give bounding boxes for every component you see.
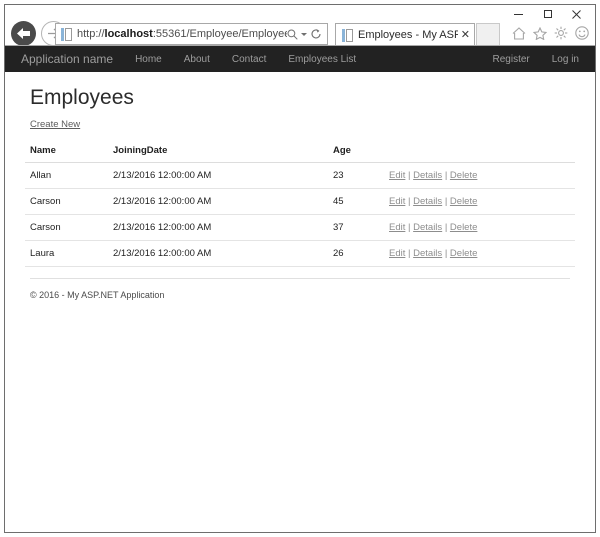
url-path: :55361/Employee/Employees	[152, 28, 287, 40]
tab-title: Employees - My ASP.NET A...	[358, 29, 458, 41]
nav-item-login[interactable]: Log in	[552, 54, 579, 65]
footer-copyright: © 2016 - My ASP.NET Application	[30, 290, 165, 300]
action-separator: |	[444, 222, 448, 233]
browser-window: http://localhost:55361/Employee/Employee…	[4, 4, 596, 533]
minimize-button[interactable]	[504, 5, 533, 23]
delete-link[interactable]: Delete	[450, 170, 477, 181]
address-bar[interactable]: http://localhost:55361/Employee/Employee…	[55, 23, 328, 45]
site-navbar: Application name Home About Contact Empl…	[5, 46, 595, 72]
action-separator: |	[444, 196, 448, 207]
page-viewport: Application name Home About Contact Empl…	[5, 46, 595, 532]
delete-link[interactable]: Delete	[450, 222, 477, 233]
cell-name: Carson	[25, 188, 108, 215]
table-row: Carson 2/13/2016 12:00:00 AM 45 Edit | D…	[25, 188, 575, 215]
table-row: Laura 2/13/2016 12:00:00 AM 26 Edit | De…	[25, 240, 575, 267]
edit-link[interactable]: Edit	[389, 248, 405, 259]
column-header-joiningdate: JoiningDate	[108, 140, 328, 163]
address-bar-icons	[287, 28, 324, 40]
cell-actions: Edit | Details | Delete	[384, 240, 575, 267]
maximize-button[interactable]	[533, 5, 562, 23]
tab-close-icon[interactable]: ✕	[461, 29, 470, 41]
refresh-icon[interactable]	[310, 28, 322, 40]
cell-name: Carson	[25, 214, 108, 241]
cell-age: 23	[328, 162, 384, 189]
navbar-links: Home About Contact Employees List	[135, 54, 492, 65]
details-link[interactable]: Details	[413, 222, 442, 233]
smiley-feedback-icon[interactable]	[575, 26, 589, 40]
cell-actions: Edit | Details | Delete	[384, 162, 575, 189]
favorites-star-icon[interactable]	[533, 26, 547, 40]
nav-item-register[interactable]: Register	[493, 54, 530, 65]
table-header-row: Name JoiningDate Age	[25, 140, 575, 163]
cell-joiningdate: 2/13/2016 12:00:00 AM	[108, 240, 328, 267]
page-icon	[61, 27, 72, 41]
action-separator: |	[408, 170, 411, 181]
nav-item-employees-list[interactable]: Employees List	[288, 54, 356, 65]
url-prefix: http://	[77, 28, 105, 40]
edit-link[interactable]: Edit	[389, 196, 405, 207]
tab-favicon-icon	[342, 28, 353, 42]
cell-age: 45	[328, 188, 384, 215]
details-link[interactable]: Details	[413, 248, 442, 259]
settings-gear-icon[interactable]	[554, 26, 568, 40]
cell-joiningdate: 2/13/2016 12:00:00 AM	[108, 214, 328, 241]
browser-toolbar-icons	[512, 26, 589, 40]
action-separator: |	[408, 222, 411, 233]
home-icon[interactable]	[512, 26, 526, 40]
column-header-actions	[384, 140, 575, 163]
create-new-link[interactable]: Create New	[30, 119, 80, 130]
table-row: Allan 2/13/2016 12:00:00 AM 23 Edit | De…	[25, 162, 575, 189]
cell-actions: Edit | Details | Delete	[384, 188, 575, 215]
url-host: localhost	[104, 28, 153, 40]
action-separator: |	[408, 248, 411, 259]
navbar-brand[interactable]: Application name	[21, 52, 113, 66]
nav-item-about[interactable]: About	[184, 54, 210, 65]
window-controls	[504, 5, 591, 23]
edit-link[interactable]: Edit	[389, 222, 405, 233]
url-text: http://localhost:55361/Employee/Employee…	[77, 29, 287, 40]
employees-table: Name JoiningDate Age Allan 2/13/2016 12:…	[25, 140, 575, 267]
cell-joiningdate: 2/13/2016 12:00:00 AM	[108, 188, 328, 215]
details-link[interactable]: Details	[413, 196, 442, 207]
navbar-right-links: Register Log in	[493, 54, 580, 65]
details-link[interactable]: Details	[413, 170, 442, 181]
edit-link[interactable]: Edit	[389, 170, 405, 181]
search-magnifier-icon[interactable]	[287, 29, 298, 40]
browser-chrome: http://localhost:55361/Employee/Employee…	[5, 5, 595, 46]
page-title: Employees	[30, 86, 134, 109]
table-row: Carson 2/13/2016 12:00:00 AM 37 Edit | D…	[25, 214, 575, 241]
column-header-age: Age	[328, 140, 384, 163]
delete-link[interactable]: Delete	[450, 248, 477, 259]
action-separator: |	[408, 196, 411, 207]
new-tab-button[interactable]	[476, 23, 500, 46]
nav-item-home[interactable]: Home	[135, 54, 162, 65]
action-separator: |	[444, 170, 448, 181]
cell-age: 37	[328, 214, 384, 241]
column-header-name: Name	[25, 140, 108, 163]
cell-actions: Edit | Details | Delete	[384, 214, 575, 241]
action-separator: |	[444, 248, 448, 259]
nav-item-contact[interactable]: Contact	[232, 54, 266, 65]
close-icon	[572, 9, 581, 19]
cell-name: Allan	[25, 162, 108, 189]
cell-name: Laura	[25, 240, 108, 267]
browser-tab[interactable]: Employees - My ASP.NET A... ✕	[335, 23, 475, 46]
close-button[interactable]	[562, 5, 591, 23]
cell-joiningdate: 2/13/2016 12:00:00 AM	[108, 162, 328, 189]
footer-divider	[30, 278, 570, 279]
chevron-down-icon[interactable]	[301, 32, 307, 36]
delete-link[interactable]: Delete	[450, 196, 477, 207]
cell-age: 26	[328, 240, 384, 267]
back-arrow-icon	[17, 28, 30, 39]
back-button[interactable]	[11, 21, 36, 46]
page-container: Employees Create New Name JoiningDate Ag…	[5, 86, 595, 300]
